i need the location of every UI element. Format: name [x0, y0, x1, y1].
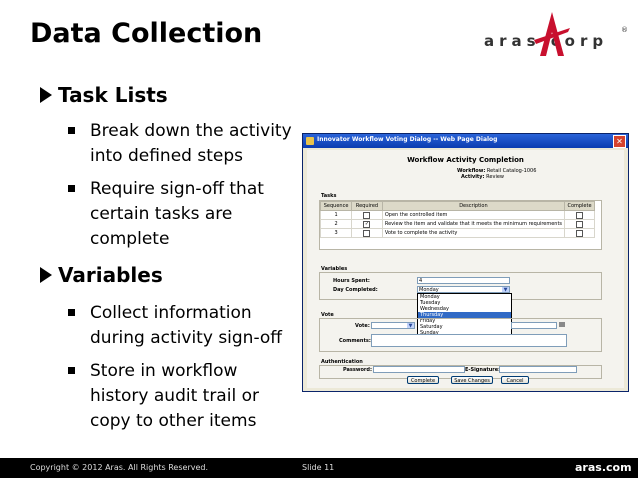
- sub-bullet: Store in workflow history audit trail or…: [68, 359, 280, 434]
- sub-bullet: Break down the activity into defined ste…: [68, 119, 300, 169]
- logo-registered: ®: [621, 26, 628, 34]
- complete-checkbox[interactable]: [576, 220, 584, 228]
- triangle-bullet-icon: [40, 267, 52, 283]
- cell-description: Open the controlled item: [381, 210, 566, 220]
- complete-checkbox[interactable]: [576, 211, 584, 219]
- esignature-label: E-Signature:: [465, 367, 501, 373]
- cell-required: [351, 210, 383, 220]
- logo-a-mark-icon: [534, 12, 570, 56]
- tasks-table: Sequence Required Description Complete 1…: [319, 201, 595, 238]
- table-row: 1 Open the controlled item: [319, 210, 595, 220]
- table-row: 2 ✓ Review the item and validate that it…: [319, 219, 595, 229]
- sub-bullet: Collect information during activity sign…: [68, 301, 295, 351]
- square-bullet-icon: [68, 367, 75, 374]
- vote-select[interactable]: ▼: [371, 322, 415, 329]
- bullet-variables: Variables: [40, 263, 163, 287]
- dialog-titlebar: Innovator Workflow Voting Dialog -- Web …: [303, 134, 628, 148]
- vote-extra-field[interactable]: [511, 322, 557, 329]
- square-bullet-icon: [68, 127, 75, 134]
- tasks-header-row: Sequence Required Description Complete: [319, 201, 595, 211]
- triangle-bullet-icon: [40, 87, 52, 103]
- cell-complete: [564, 210, 595, 220]
- dialog-body: Workflow Activity Completion Workflow: R…: [307, 150, 624, 388]
- cell-complete: [564, 228, 595, 238]
- required-checkbox-checked: ✓: [363, 220, 371, 228]
- chevron-down-icon[interactable]: ▼: [502, 287, 509, 293]
- chevron-down-icon[interactable]: ▼: [407, 323, 414, 329]
- aras-logo: aras corp ®: [470, 10, 630, 60]
- save-changes-button[interactable]: Save Changes: [451, 376, 493, 384]
- day-completed-label: Day Completed:: [333, 287, 378, 293]
- cell-description: Review the item and validate that it mee…: [381, 219, 566, 229]
- cell-description: Vote to complete the activity: [381, 228, 566, 238]
- dialog-title: Innovator Workflow Voting Dialog -- Web …: [317, 136, 498, 143]
- password-input[interactable]: [373, 366, 465, 373]
- day-completed-select[interactable]: Monday ▼: [417, 286, 510, 293]
- square-bullet-icon: [68, 309, 75, 316]
- table-row: 3 Vote to complete the activity: [319, 228, 595, 238]
- copyright-text: Copyright © 2012 Aras. All Rights Reserv…: [30, 463, 209, 472]
- voting-dialog: Innovator Workflow Voting Dialog -- Web …: [302, 133, 629, 392]
- cell-required: [351, 228, 383, 238]
- cancel-button[interactable]: Cancel: [501, 376, 529, 384]
- site-url: aras.com: [575, 461, 632, 474]
- slide-title: Data Collection: [30, 18, 263, 49]
- cell-sequence: 1: [319, 210, 353, 220]
- comments-textarea[interactable]: [371, 334, 567, 347]
- password-label: Password:: [343, 367, 372, 373]
- lookup-icon[interactable]: [559, 322, 565, 327]
- cell-sequence: 3: [319, 228, 353, 238]
- complete-checkbox[interactable]: [576, 229, 584, 237]
- hours-label: Hours Spent:: [333, 278, 370, 284]
- required-checkbox: [363, 229, 371, 237]
- cell-required: ✓: [351, 219, 383, 229]
- esignature-input[interactable]: [499, 366, 577, 373]
- activity-line: Activity: Review: [461, 174, 504, 180]
- close-icon[interactable]: ✕: [613, 135, 626, 148]
- cell-sequence: 2: [319, 219, 353, 229]
- col-complete: Complete: [564, 201, 595, 211]
- bullet-task-lists: Task Lists: [40, 83, 168, 107]
- comments-label: Comments:: [339, 338, 371, 344]
- cell-complete: [564, 219, 595, 229]
- complete-button[interactable]: Complete: [407, 376, 439, 384]
- hours-input[interactable]: 4: [417, 277, 510, 284]
- sub-bullet: Require sign-off that certain tasks are …: [68, 177, 280, 252]
- slide-number: Slide 11: [302, 463, 335, 472]
- required-checkbox: [363, 211, 371, 219]
- footer-bar: Copyright © 2012 Aras. All Rights Reserv…: [0, 458, 638, 478]
- tasks-label: Tasks: [321, 193, 337, 199]
- col-required: Required: [351, 201, 383, 211]
- tasks-group: Sequence Required Description Complete 1…: [319, 200, 602, 250]
- col-description: Description: [381, 201, 566, 211]
- vote-label: Vote:: [355, 323, 370, 329]
- square-bullet-icon: [68, 185, 75, 192]
- dialog-heading: Workflow Activity Completion: [407, 156, 524, 164]
- window-icon: [306, 137, 314, 145]
- col-sequence: Sequence: [319, 201, 353, 211]
